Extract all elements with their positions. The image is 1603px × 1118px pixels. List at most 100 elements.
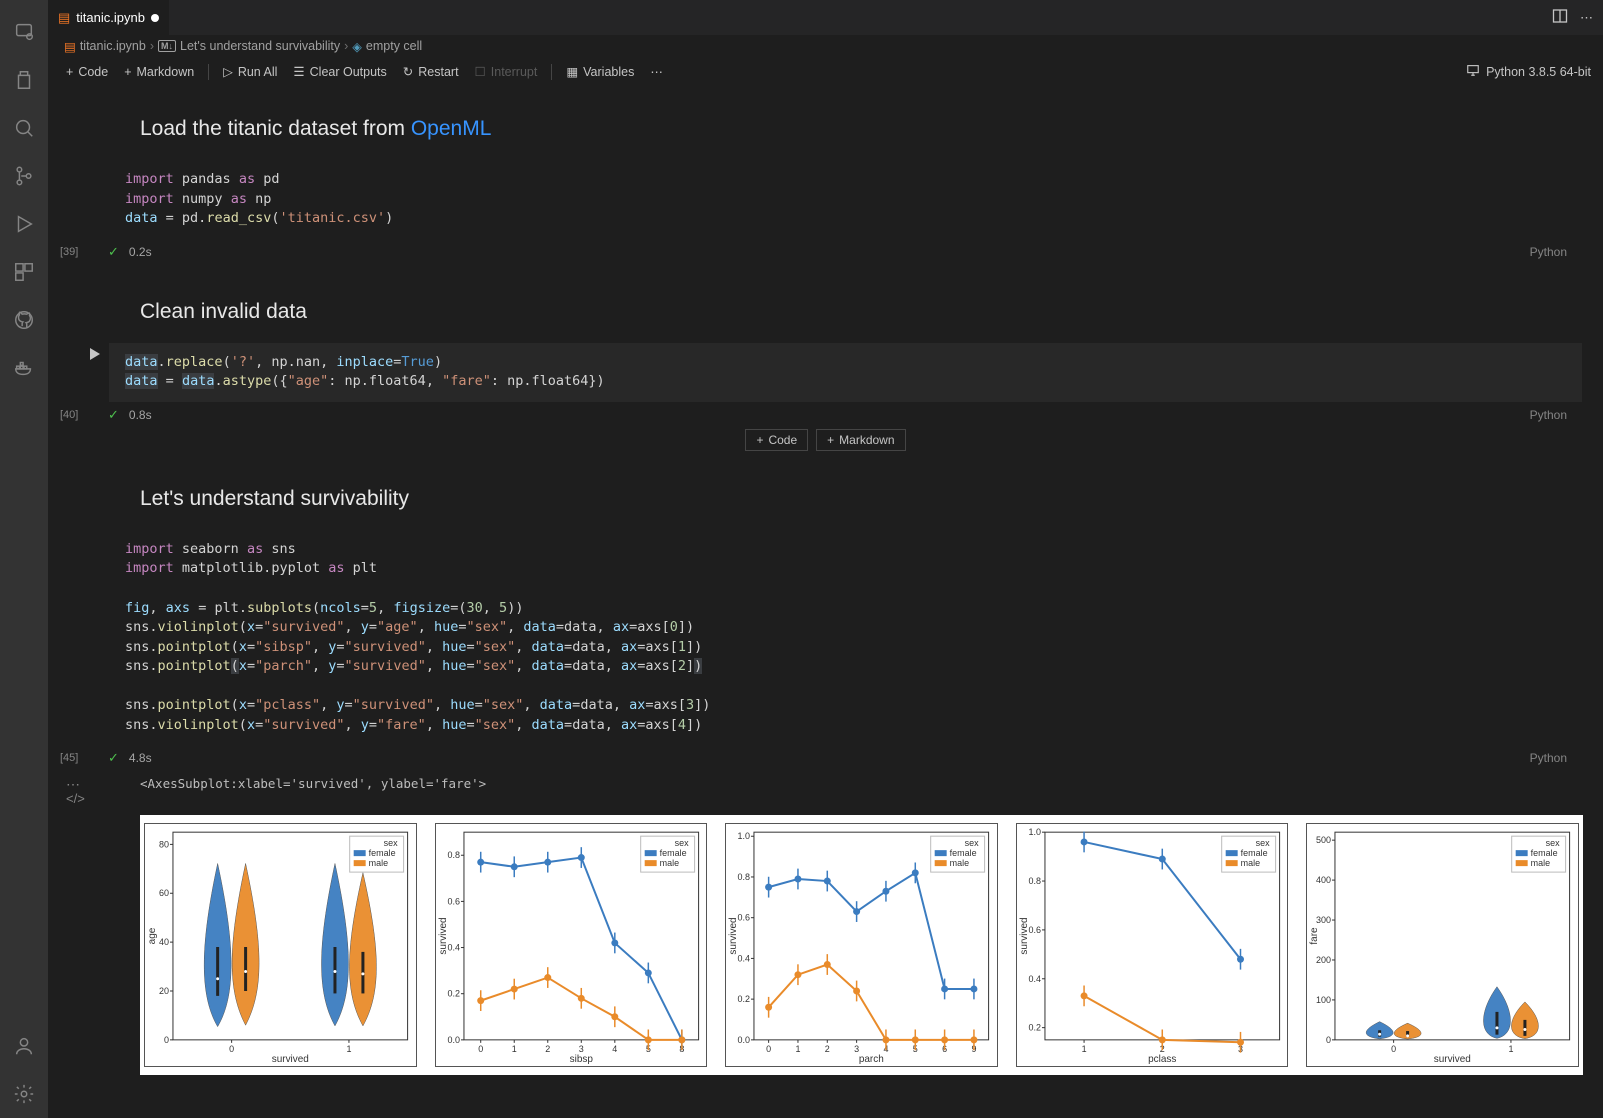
svg-text:0.2: 0.2 — [1028, 1023, 1040, 1033]
code-cell[interactable]: import pandas as pd import numpy as np d… — [108, 159, 1583, 264]
explorer-icon[interactable] — [0, 56, 48, 104]
source-control-icon[interactable] — [0, 152, 48, 200]
clear-outputs-button[interactable]: ☰Clear Outputs — [287, 62, 392, 81]
github-icon[interactable] — [0, 296, 48, 344]
check-icon: ✓ — [108, 407, 119, 423]
svg-text:0.2: 0.2 — [447, 989, 459, 999]
svg-text:20: 20 — [159, 986, 169, 996]
breadcrumb[interactable]: ▤ titanic.ipynb › M↓ Let's understand su… — [48, 35, 1603, 57]
svg-text:sex: sex — [1255, 839, 1269, 849]
chart-output: 02040608001survivedagesexfemalemale 0.00… — [140, 815, 1583, 1075]
variables-button[interactable]: ▦Variables — [560, 62, 640, 81]
kernel-server-icon — [1466, 63, 1480, 80]
svg-text:3: 3 — [578, 1044, 583, 1054]
extensions-icon[interactable] — [0, 248, 48, 296]
section-heading: Load the titanic dataset from OpenML — [140, 117, 1563, 141]
restart-button[interactable]: ↻Restart — [397, 62, 465, 81]
notebook-body[interactable]: Load the titanic dataset from OpenML imp… — [48, 87, 1603, 1118]
svg-text:0.4: 0.4 — [447, 943, 459, 953]
tab-bar: ▤ titanic.ipynb ⋯ — [48, 0, 1603, 35]
docker-icon[interactable] — [0, 344, 48, 392]
svg-text:female: female — [659, 849, 686, 859]
svg-text:sex: sex — [674, 839, 688, 849]
svg-text:sex: sex — [384, 839, 398, 849]
code-input[interactable]: import pandas as pd import numpy as np d… — [108, 159, 1583, 240]
tab-title: titanic.ipynb — [76, 10, 145, 25]
editor-area: ▤ titanic.ipynb ⋯ ▤ titanic.ipynb › M↓ L… — [48, 0, 1603, 1118]
split-editor-icon[interactable] — [1552, 8, 1568, 27]
execution-time: 0.2s — [129, 245, 152, 259]
insert-code-button[interactable]: +Code — [745, 429, 808, 451]
section-heading: Clean invalid data — [140, 300, 1563, 324]
execution-time: 0.8s — [129, 408, 152, 422]
toolbar-more-button[interactable]: ⋯ — [644, 62, 669, 81]
execution-count: [40] — [60, 409, 78, 421]
remote-icon[interactable] — [0, 8, 48, 56]
chart-violin-age: 02040608001survivedagesexfemalemale — [144, 823, 417, 1067]
svg-text:0.0: 0.0 — [738, 1035, 750, 1045]
svg-text:400: 400 — [1316, 876, 1331, 886]
svg-text:0: 0 — [229, 1044, 234, 1054]
notebook-file-icon: ▤ — [58, 10, 70, 26]
more-actions-icon[interactable]: ⋯ — [1580, 10, 1593, 26]
accounts-icon[interactable] — [0, 1022, 48, 1070]
plus-icon: + — [124, 65, 131, 79]
svg-text:0.8: 0.8 — [738, 872, 750, 882]
svg-text:0.8: 0.8 — [447, 851, 459, 861]
add-markdown-button[interactable]: +Markdown — [118, 63, 200, 81]
chevron-right-icon: › — [150, 39, 154, 53]
markdown-cell[interactable]: Load the titanic dataset from OpenML — [48, 87, 1603, 153]
svg-text:0.4: 0.4 — [738, 954, 750, 964]
execution-status: [45] ✓ 4.8s Python — [108, 746, 1583, 770]
search-icon[interactable] — [0, 104, 48, 152]
markdown-cell[interactable]: Let's understand survivability — [48, 457, 1603, 523]
cell-icon: ◈ — [352, 39, 362, 54]
svg-text:0.8: 0.8 — [1028, 876, 1040, 886]
breadcrumb-file[interactable]: titanic.ipynb — [80, 39, 146, 53]
svg-text:3: 3 — [854, 1044, 859, 1054]
openml-link[interactable]: OpenML — [411, 117, 492, 140]
svg-text:1.0: 1.0 — [1028, 828, 1040, 838]
code-cell[interactable]: import seaborn as sns import matplotlib.… — [108, 529, 1583, 771]
breadcrumb-section[interactable]: Let's understand survivability — [180, 39, 340, 53]
svg-text:60: 60 — [159, 889, 169, 899]
code-input[interactable]: import seaborn as sns import matplotlib.… — [108, 529, 1583, 747]
output-code-toggle-icon[interactable]: </> — [66, 791, 85, 806]
breadcrumb-cell[interactable]: empty cell — [366, 39, 422, 53]
code-cell[interactable]: data.replace('?', np.nan, inplace=True) … — [108, 342, 1583, 427]
svg-text:male: male — [950, 859, 969, 869]
dirty-indicator-icon[interactable] — [151, 14, 159, 22]
plus-icon: + — [827, 433, 834, 447]
kernel-picker[interactable]: Python 3.8.5 64-bit — [1486, 65, 1591, 79]
svg-text:survived: survived — [728, 918, 739, 955]
markdown-cell[interactable]: Clean invalid data — [48, 270, 1603, 336]
language-label[interactable]: Python — [1530, 245, 1567, 259]
run-cell-button[interactable] — [86, 346, 102, 365]
execution-time: 4.8s — [129, 751, 152, 765]
code-input[interactable]: data.replace('?', np.nan, inplace=True) … — [108, 342, 1583, 403]
svg-text:40: 40 — [159, 938, 169, 948]
svg-text:80: 80 — [159, 840, 169, 850]
execution-count: [45] — [60, 752, 78, 764]
svg-text:1: 1 — [1081, 1044, 1086, 1054]
tab-titanic[interactable]: ▤ titanic.ipynb — [48, 0, 170, 35]
interrupt-button[interactable]: ☐Interrupt — [469, 62, 544, 81]
svg-text:fare: fare — [1309, 927, 1320, 945]
clear-icon: ☰ — [293, 64, 304, 79]
settings-gear-icon[interactable] — [0, 1070, 48, 1118]
svg-text:0.4: 0.4 — [1028, 974, 1040, 984]
run-debug-icon[interactable] — [0, 200, 48, 248]
plus-icon: + — [756, 433, 763, 447]
run-all-button[interactable]: ▷Run All — [217, 62, 283, 81]
language-label[interactable]: Python — [1530, 751, 1567, 765]
chart-point-sibsp: 0.00.20.40.60.80123458sibspsurvivedsexfe… — [435, 823, 708, 1067]
svg-text:1: 1 — [511, 1044, 516, 1054]
insert-markdown-button[interactable]: +Markdown — [816, 429, 905, 451]
interrupt-icon: ☐ — [475, 64, 486, 79]
language-label[interactable]: Python — [1530, 408, 1567, 422]
restart-icon: ↻ — [403, 64, 413, 79]
svg-text:1: 1 — [1509, 1044, 1514, 1054]
add-code-button[interactable]: +Code — [60, 63, 114, 81]
svg-text:100: 100 — [1316, 995, 1331, 1005]
markdown-section-icon: M↓ — [158, 40, 176, 52]
